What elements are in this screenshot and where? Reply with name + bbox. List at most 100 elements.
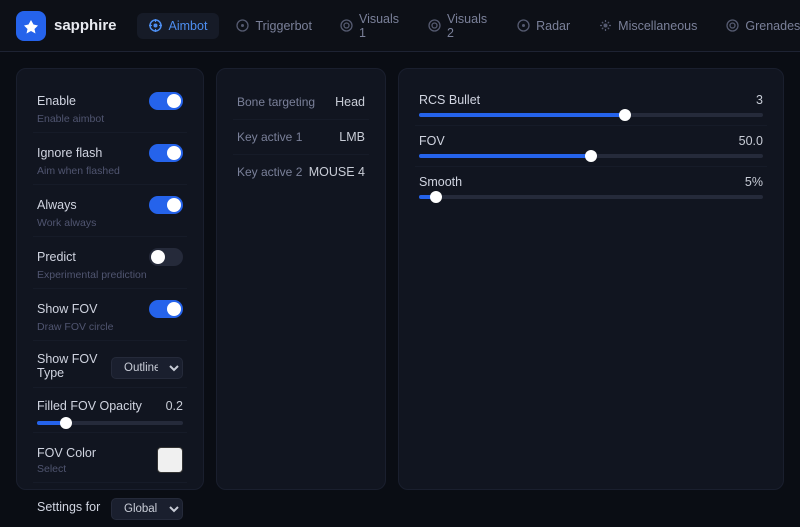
nav-grenades[interactable]: Grenades <box>713 13 800 39</box>
nav-miscellaneous-label: Miscellaneous <box>618 19 697 33</box>
fov-label: FOV <box>419 134 445 148</box>
nav-grenades-label: Grenades <box>745 19 800 33</box>
enable-sub: Enable aimbot <box>37 113 183 125</box>
nav-aimbot-label: Aimbot <box>169 19 208 33</box>
key-active-1-row: Key active 1 LMB <box>233 120 369 155</box>
ignore-flash-label: Ignore flash <box>37 146 102 160</box>
key-active-1-label: Key active 1 <box>237 130 302 144</box>
nav-visuals2[interactable]: Visuals 2 <box>416 6 500 46</box>
nav-radar-label: Radar <box>536 19 570 33</box>
logo-text: sapphire <box>54 17 117 34</box>
setting-show-fov-type-header: Show FOV Type Outline Filled <box>37 352 183 380</box>
miscellaneous-icon <box>598 19 612 33</box>
smooth-row: Smooth 5% <box>415 167 767 207</box>
predict-sub: Experimental prediction <box>37 269 183 281</box>
smooth-value: 5% <box>745 175 763 189</box>
rcs-bullet-label: RCS Bullet <box>419 93 480 107</box>
nav-aimbot[interactable]: Aimbot <box>137 13 220 39</box>
filled-fov-opacity-track[interactable] <box>37 421 183 425</box>
grenades-icon <box>725 19 739 33</box>
filled-fov-opacity-thumb[interactable] <box>60 417 72 429</box>
triggerbot-icon <box>235 19 249 33</box>
fov-track[interactable] <box>419 154 763 158</box>
smooth-label: Smooth <box>419 175 462 189</box>
fov-fill <box>419 154 591 158</box>
nav-visuals1-label: Visuals 1 <box>359 12 400 40</box>
always-toggle[interactable] <box>149 196 183 214</box>
setting-predict-header: Predict <box>37 248 183 266</box>
setting-settings-for-header: Settings for Global <box>37 494 183 520</box>
fov-row: FOV 50.0 <box>415 126 767 167</box>
rcs-bullet-fill <box>419 113 625 117</box>
setting-enable-header: Enable <box>37 92 183 110</box>
setting-show-fov-header: Show FOV <box>37 300 183 318</box>
setting-filled-fov-opacity: Filled FOV Opacity 0.2 <box>33 392 187 433</box>
enable-label: Enable <box>37 94 76 108</box>
key-active-1-value: LMB <box>339 130 365 144</box>
fov-header: FOV 50.0 <box>419 134 763 148</box>
nav-triggerbot-label: Triggerbot <box>255 19 312 33</box>
logo-icon <box>16 11 46 41</box>
show-fov-type-select[interactable]: Outline Filled <box>111 357 183 379</box>
show-fov-toggle[interactable] <box>149 300 183 318</box>
show-fov-sub: Draw FOV circle <box>37 321 183 333</box>
enable-toggle[interactable] <box>149 92 183 110</box>
setting-predict: Predict Experimental prediction <box>33 241 187 289</box>
nav-radar[interactable]: Radar <box>504 13 582 39</box>
fov-color-picker[interactable] <box>157 447 183 473</box>
setting-ignore-flash-header: Ignore flash <box>37 144 183 162</box>
rcs-bullet-track[interactable] <box>419 113 763 117</box>
bone-targeting-row: Bone targeting Head <box>233 85 369 120</box>
predict-toggle[interactable] <box>149 248 183 266</box>
smooth-thumb[interactable] <box>430 191 442 203</box>
setting-show-fov: Show FOV Draw FOV circle <box>33 293 187 341</box>
key-active-2-label: Key active 2 <box>237 165 302 179</box>
show-fov-label: Show FOV <box>37 302 97 316</box>
rcs-bullet-row: RCS Bullet 3 <box>415 85 767 126</box>
setting-fov-color-header: FOV Color Select <box>37 444 183 475</box>
setting-show-fov-type: Show FOV Type Outline Filled <box>33 345 187 388</box>
ignore-flash-sub: Aim when flashed <box>37 165 183 177</box>
nav-triggerbot[interactable]: Triggerbot <box>223 13 324 39</box>
predict-label: Predict <box>37 250 76 264</box>
bone-targeting-label: Bone targeting <box>237 95 315 109</box>
filled-fov-opacity-header: Filled FOV Opacity 0.2 <box>37 399 183 413</box>
rcs-bullet-value: 3 <box>756 93 763 107</box>
bone-targeting-value: Head <box>335 95 365 109</box>
key-active-2-row: Key active 2 MOUSE 4 <box>233 155 369 189</box>
show-fov-type-label: Show FOV Type <box>37 352 111 380</box>
aimbot-icon <box>149 19 163 33</box>
fov-thumb[interactable] <box>585 150 597 162</box>
smooth-track[interactable] <box>419 195 763 199</box>
settings-for-label: Settings for <box>37 500 100 514</box>
logo: sapphire <box>16 11 117 41</box>
rcs-bullet-thumb[interactable] <box>619 109 631 121</box>
always-sub: Work always <box>37 217 183 229</box>
radar-icon <box>516 19 530 33</box>
middle-panel: Bone targeting Head Key active 1 LMB Key… <box>216 68 386 490</box>
smooth-header: Smooth 5% <box>419 175 763 189</box>
setting-settings-for: Settings for Global <box>33 487 187 527</box>
setting-always-header: Always <box>37 196 183 214</box>
right-panel: RCS Bullet 3 FOV 50.0 Smooth 5% <box>398 68 784 490</box>
filled-fov-opacity-label: Filled FOV Opacity <box>37 399 142 413</box>
nav-miscellaneous[interactable]: Miscellaneous <box>586 13 709 39</box>
nav-visuals2-label: Visuals 2 <box>447 12 488 40</box>
fov-color-label: FOV Color <box>37 446 96 460</box>
setting-enable: Enable Enable aimbot <box>33 85 187 133</box>
ignore-flash-toggle[interactable] <box>149 144 183 162</box>
settings-for-select[interactable]: Global <box>111 498 183 520</box>
main-content: Enable Enable aimbot Ignore flash Aim wh… <box>0 52 800 506</box>
visuals2-icon <box>428 19 441 33</box>
topbar: sapphire Aimbot Triggerbot <box>0 0 800 52</box>
setting-always: Always Work always <box>33 189 187 237</box>
fov-value: 50.0 <box>739 134 763 148</box>
visuals1-icon <box>340 19 353 33</box>
key-active-2-value: MOUSE 4 <box>309 165 365 179</box>
left-panel: Enable Enable aimbot Ignore flash Aim wh… <box>16 68 204 490</box>
nav-visuals1[interactable]: Visuals 1 <box>328 6 412 46</box>
setting-fov-color: FOV Color Select <box>33 437 187 483</box>
filled-fov-opacity-value: 0.2 <box>166 399 183 413</box>
setting-ignore-flash: Ignore flash Aim when flashed <box>33 137 187 185</box>
always-label: Always <box>37 198 77 212</box>
